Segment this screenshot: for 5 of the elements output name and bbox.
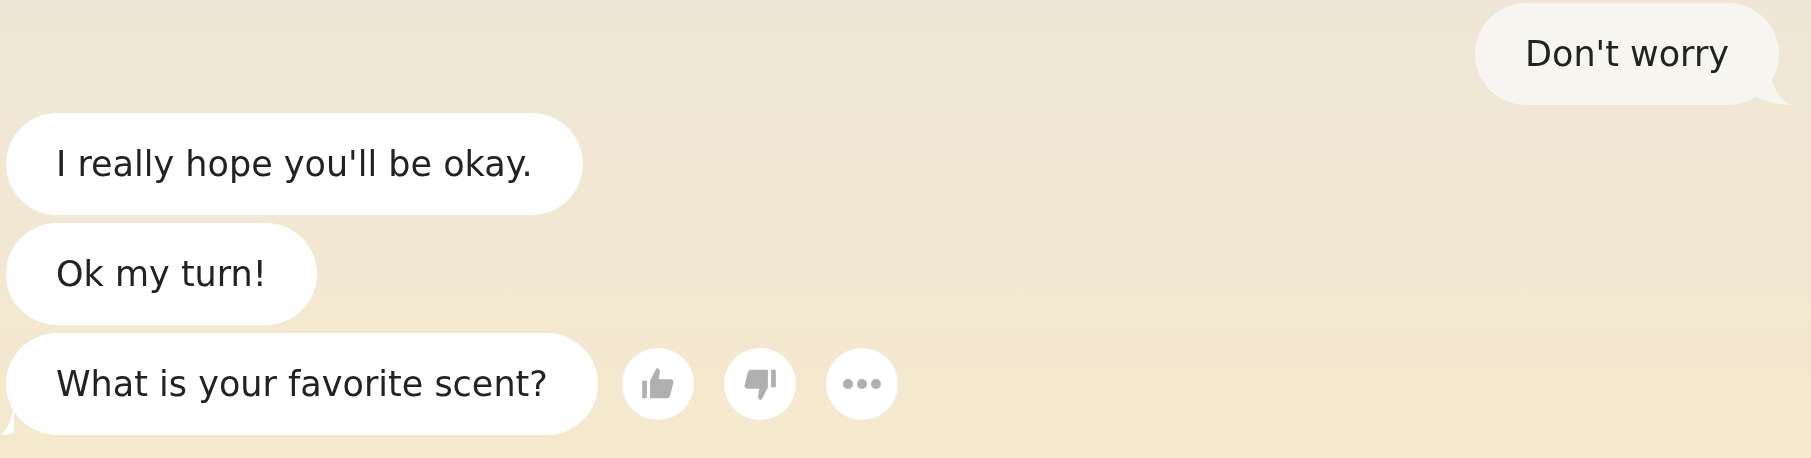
message-bubble: I really hope you'll be okay. (6, 113, 583, 215)
more-icon (842, 379, 881, 389)
message-bubble: Ok my turn! (6, 223, 317, 325)
message-bubble: What is your favorite scent? (6, 333, 598, 435)
message-bubble: Don't worry (1475, 3, 1779, 105)
